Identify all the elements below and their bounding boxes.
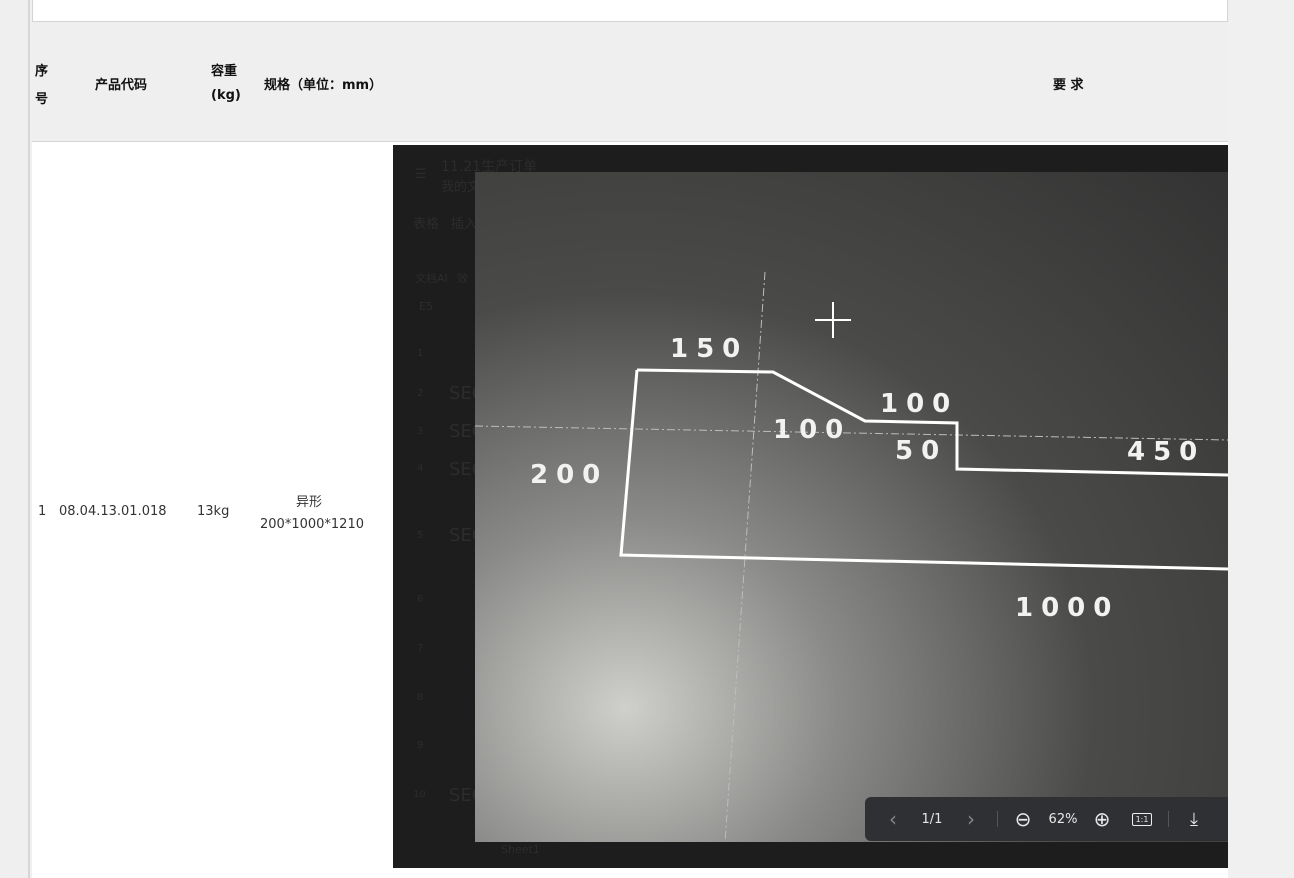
row-weight: 13kg <box>197 504 230 519</box>
row-product-code: 08.04.13.01.018 <box>59 504 167 519</box>
prev-page-button[interactable]: ‹ <box>879 797 907 841</box>
row-spec-shape: 异形 <box>296 495 323 510</box>
bg-effect-label: 效 <box>457 272 468 285</box>
bg-row-7: 7 <box>417 643 424 654</box>
next-page-button[interactable]: › <box>957 797 985 841</box>
left-margin <box>0 0 30 878</box>
bg-row-2: 2 <box>417 388 424 399</box>
preview-photo: 150 100 100 50 450 200 1000 <box>475 172 1228 842</box>
header-requirements: 要 求 <box>1053 78 1084 93</box>
page-indicator: 1/1 <box>921 811 943 827</box>
dim-150: 150 <box>670 334 748 364</box>
viewer-toolbar: ‹ 1/1 › ⊖ 62% ⊕ 1:1 ⤓ <box>865 797 1228 841</box>
bg-row-8: 8 <box>417 692 424 703</box>
header-index-2: 号 <box>35 92 49 107</box>
row-spec-size: 200*1000*1210 <box>260 517 364 532</box>
download-button[interactable]: ⤓ <box>1181 797 1207 841</box>
dim-1000: 1000 <box>1015 593 1119 623</box>
divider <box>1168 811 1169 827</box>
bg-menu-0: 表格 <box>413 217 440 232</box>
bg-row-3: 3 <box>417 426 424 437</box>
dim-100-top: 100 <box>880 389 958 419</box>
header-weight-1: 容重 <box>211 64 238 79</box>
bg-cell-ref: E5 <box>419 300 433 313</box>
table-header: 序 号 产品代码 容重 (kg) 规格（单位：mm） 要 求 <box>32 22 1228 142</box>
bg-sheet-tab: Sheet1 <box>501 843 540 856</box>
divider <box>997 811 998 827</box>
bg-row-5: 5 <box>417 530 424 541</box>
dim-200: 200 <box>530 460 608 490</box>
header-index-1: 序 <box>35 64 49 79</box>
zoom-level: 62% <box>1048 811 1078 827</box>
bg-row-10: 10 <box>413 789 426 800</box>
image-viewer: 11.21生产订单 ☰ 我的文 表格 插入 文档AI 效 E5 1 2 3 4 … <box>393 145 1228 868</box>
dim-100-slope: 100 <box>773 415 851 445</box>
dim-450: 450 <box>1127 437 1205 467</box>
bg-ai-label: 文档AI <box>415 272 448 285</box>
row-index: 1 <box>38 504 47 519</box>
previous-table-cell <box>32 0 1228 22</box>
bg-row-9: 9 <box>417 740 424 751</box>
bg-row-6: 6 <box>417 594 424 605</box>
zoom-out-button[interactable]: ⊖ <box>1010 797 1036 841</box>
bg-row-4: 4 <box>417 463 424 474</box>
header-spec: 规格（单位：mm） <box>264 78 383 93</box>
dim-50: 50 <box>895 436 947 466</box>
bg-row-1: 1 <box>417 348 424 359</box>
bg-menu-icon: ☰ <box>415 167 427 182</box>
shape-drawing: 150 100 100 50 450 200 1000 <box>475 271 1228 842</box>
actual-size-icon: 1:1 <box>1131 812 1153 826</box>
header-product-code: 产品代码 <box>95 78 148 93</box>
header-weight-2: (kg) <box>211 88 241 103</box>
bg-menu-1: 插入 <box>451 217 478 232</box>
actual-size-button[interactable]: 1:1 <box>1129 797 1155 841</box>
zoom-in-button[interactable]: ⊕ <box>1089 797 1115 841</box>
